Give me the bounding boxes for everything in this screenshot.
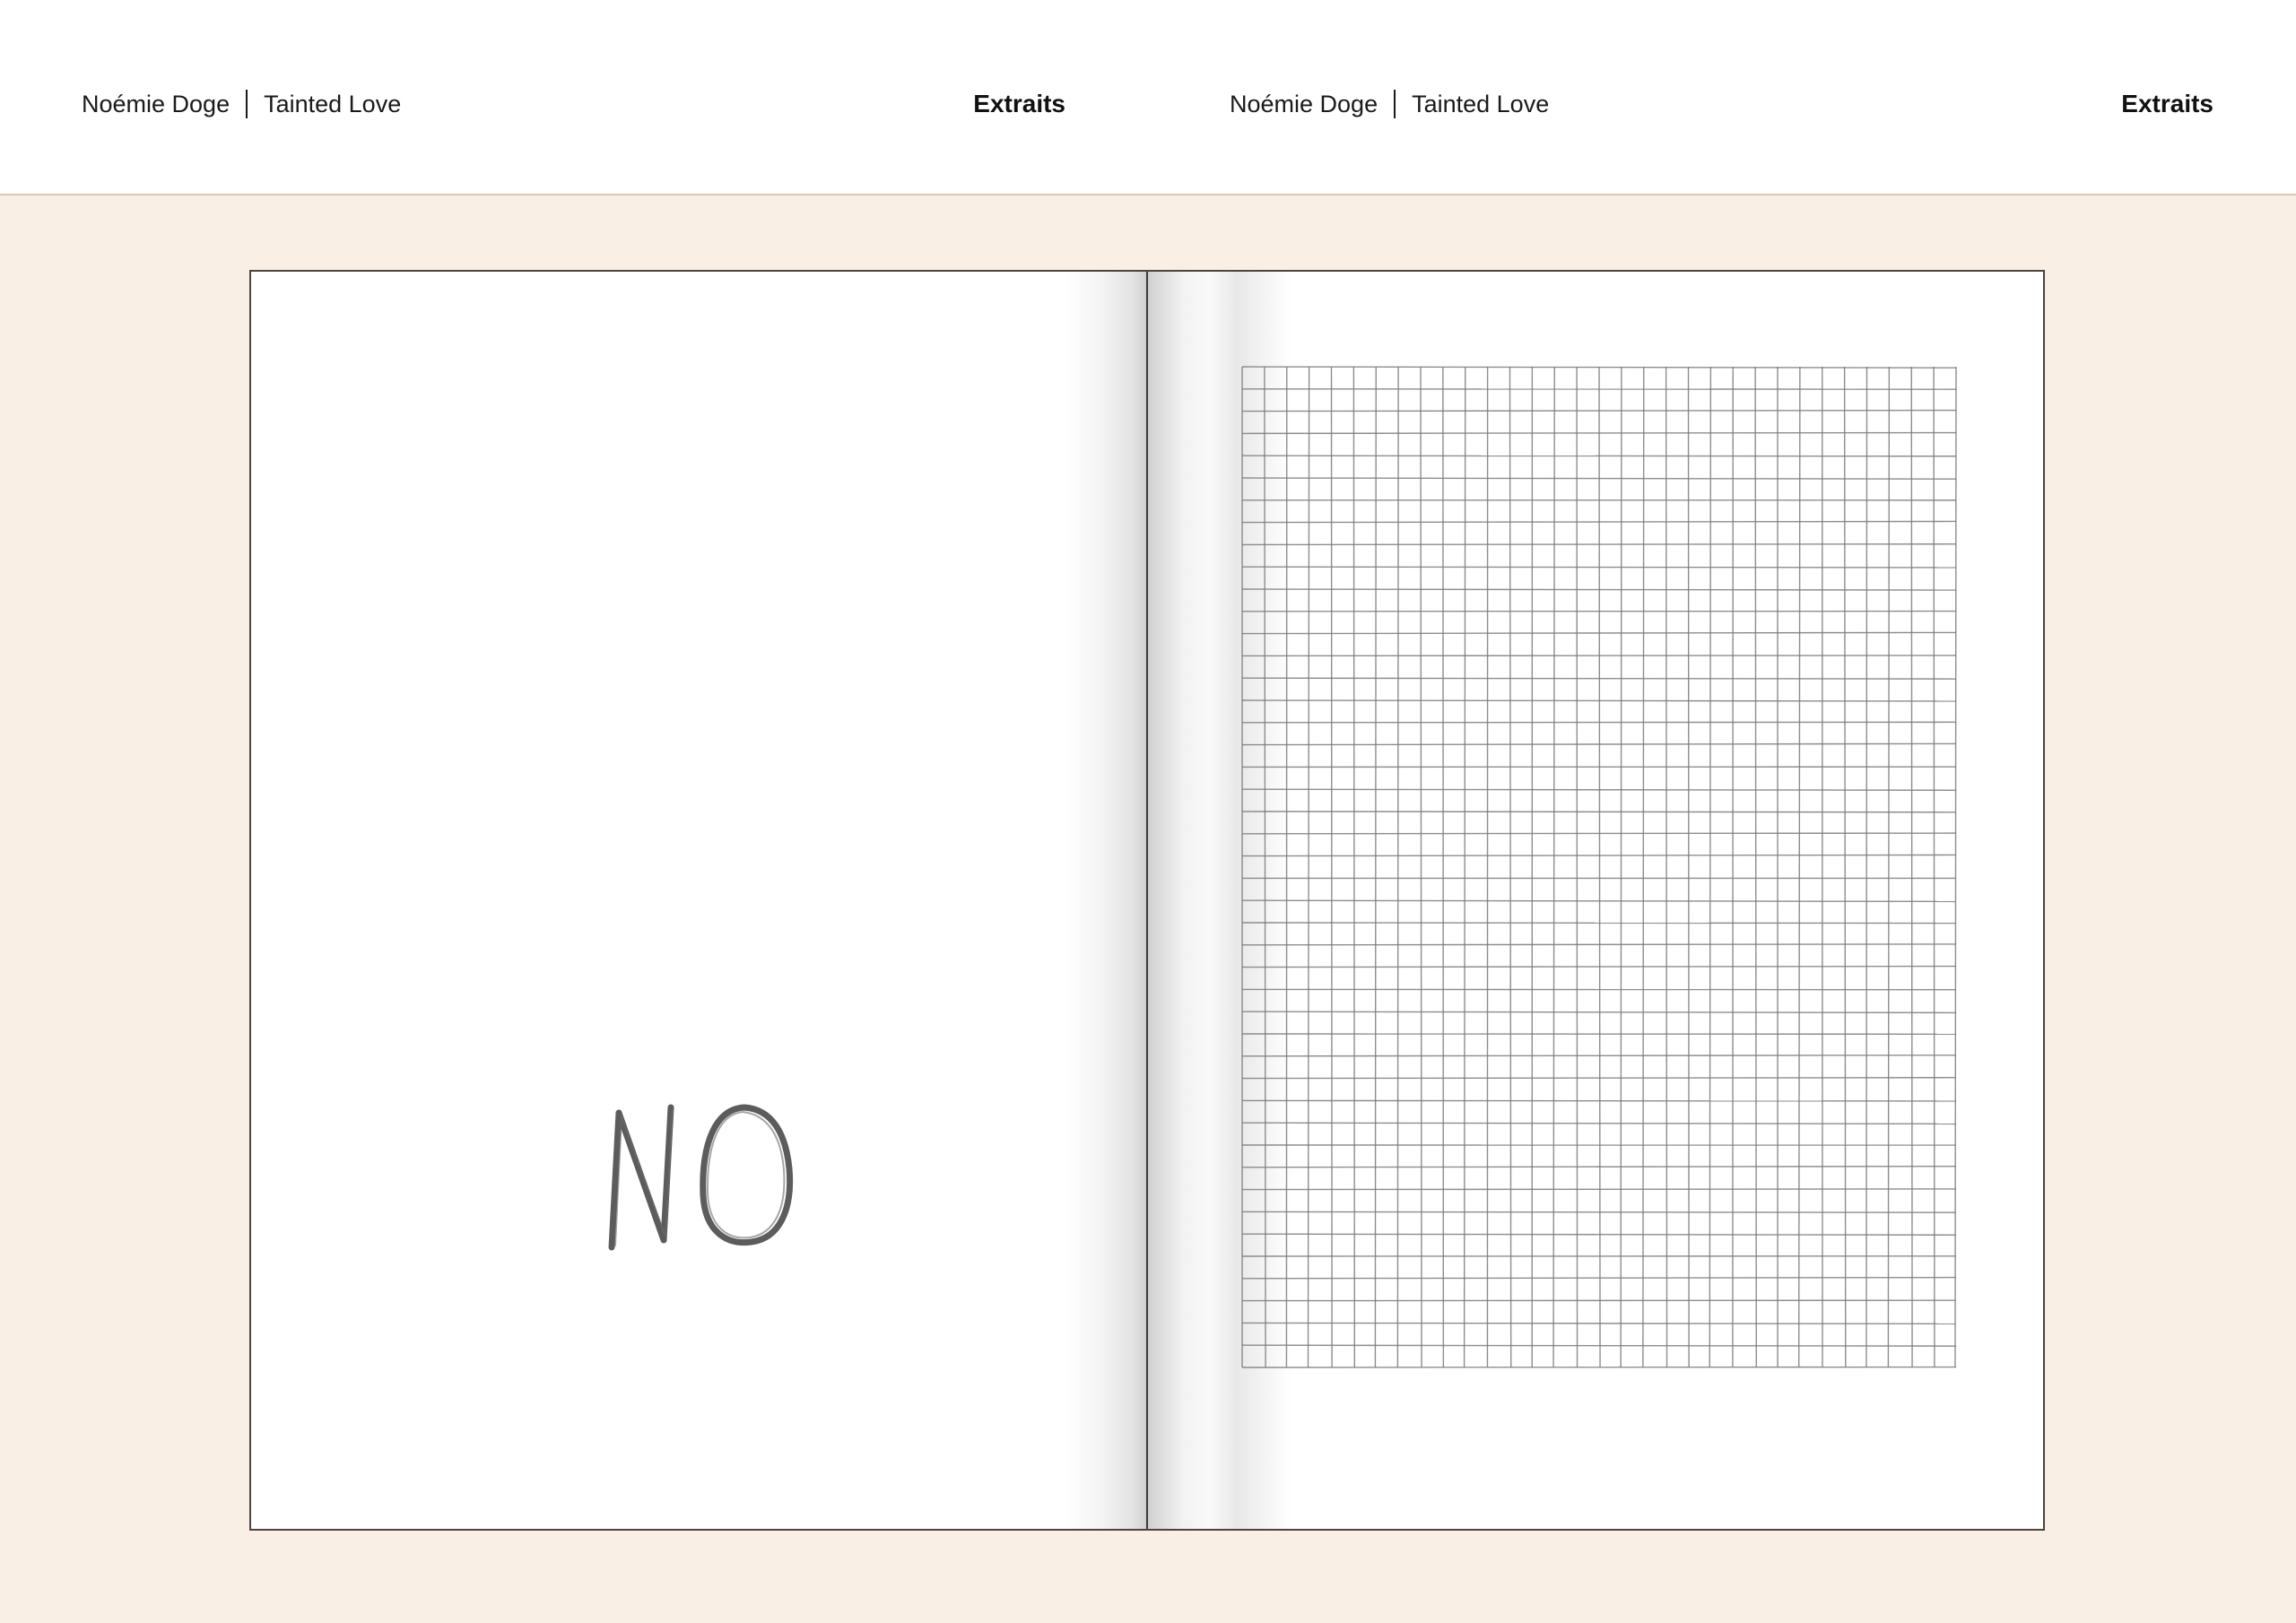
- grid-horizontal-line: [1241, 677, 1957, 680]
- handwritten-no-drawing: [608, 1104, 794, 1251]
- grid-vertical-line: [1687, 366, 1690, 1368]
- grid-vertical-line: [1552, 366, 1555, 1368]
- grid-horizontal-line: [1241, 588, 1957, 591]
- grid-horizontal-line: [1241, 1233, 1957, 1236]
- author-name: Noémie Doge: [82, 90, 230, 117]
- grid-vertical-line: [1620, 366, 1622, 1368]
- book-title: Tainted Love: [264, 90, 402, 117]
- grid-vertical-line: [1866, 366, 1868, 1368]
- grid-vertical-line: [1509, 366, 1512, 1368]
- grid-vertical-line: [1709, 366, 1712, 1368]
- header-right-credit: Noémie Doge Tainted Love: [1230, 86, 1549, 122]
- grid-vertical-line: [1396, 366, 1399, 1368]
- grid-horizontal-line: [1241, 788, 1957, 791]
- grid-horizontal-line: [1241, 832, 1957, 835]
- grid-horizontal-line: [1241, 1188, 1957, 1191]
- book-title: Tainted Love: [1412, 90, 1550, 117]
- header-divider: [246, 90, 248, 118]
- grid-horizontal-line: [1241, 1077, 1957, 1080]
- right-page: [1147, 272, 2043, 1529]
- grid-horizontal-line: [1241, 1122, 1957, 1125]
- grid-horizontal-line: [1241, 1322, 1957, 1325]
- grid-horizontal-line: [1241, 965, 1957, 968]
- grid-horizontal-line: [1241, 899, 1957, 903]
- grid-horizontal-line: [1241, 922, 1957, 924]
- grid-horizontal-line: [1241, 1055, 1957, 1057]
- grid-horizontal-line: [1241, 566, 1957, 568]
- grid-horizontal-line: [1241, 1276, 1957, 1280]
- grid-horizontal-line: [1241, 431, 1957, 435]
- grid-horizontal-line: [1241, 477, 1957, 480]
- grid-vertical-line: [1665, 366, 1668, 1368]
- author-name: Noémie Doge: [1230, 90, 1378, 117]
- grid-vertical-line: [1797, 366, 1801, 1368]
- grid-vertical-line: [1420, 366, 1422, 1368]
- grid-horizontal-line: [1241, 1211, 1957, 1213]
- section-label-right: Extraits: [2121, 90, 2213, 117]
- grid-horizontal-line: [1241, 1011, 1957, 1014]
- grid-horizontal-line: [1241, 409, 1957, 412]
- grid-horizontal-line: [1241, 631, 1957, 635]
- grid-vertical-line: [1843, 366, 1847, 1368]
- hand-drawn-grid: [1241, 366, 1957, 1368]
- header-left-credit: Noémie Doge Tainted Love: [82, 86, 401, 122]
- grid-vertical-line: [1887, 366, 1891, 1368]
- grid-vertical-line: [1642, 366, 1645, 1368]
- grid-horizontal-line: [1241, 742, 1957, 746]
- left-page: [251, 272, 1147, 1529]
- grid-vertical-line: [1933, 366, 1935, 1368]
- grid-horizontal-line: [1241, 943, 1957, 946]
- grid-vertical-line: [1954, 366, 1957, 1368]
- grid-vertical-line: [1352, 366, 1356, 1368]
- grid-vertical-line: [1910, 366, 1913, 1368]
- grid-horizontal-line: [1241, 1099, 1957, 1102]
- grid-horizontal-line: [1241, 366, 1957, 369]
- section-label-left: Extraits: [973, 90, 1065, 117]
- book-spread: [249, 270, 2045, 1531]
- grid-horizontal-line: [1241, 1344, 1957, 1347]
- grid-vertical-line: [1754, 366, 1758, 1368]
- grid-horizontal-line: [1241, 699, 1957, 702]
- grid-vertical-line: [1374, 366, 1377, 1368]
- book-gutter: [1146, 272, 1148, 1529]
- grid-horizontal-line: [1241, 520, 1957, 524]
- grid-vertical-line: [1598, 366, 1601, 1368]
- grid-vertical-line: [1330, 366, 1333, 1368]
- grid-horizontal-line: [1241, 543, 1957, 546]
- header-divider: [1394, 90, 1396, 118]
